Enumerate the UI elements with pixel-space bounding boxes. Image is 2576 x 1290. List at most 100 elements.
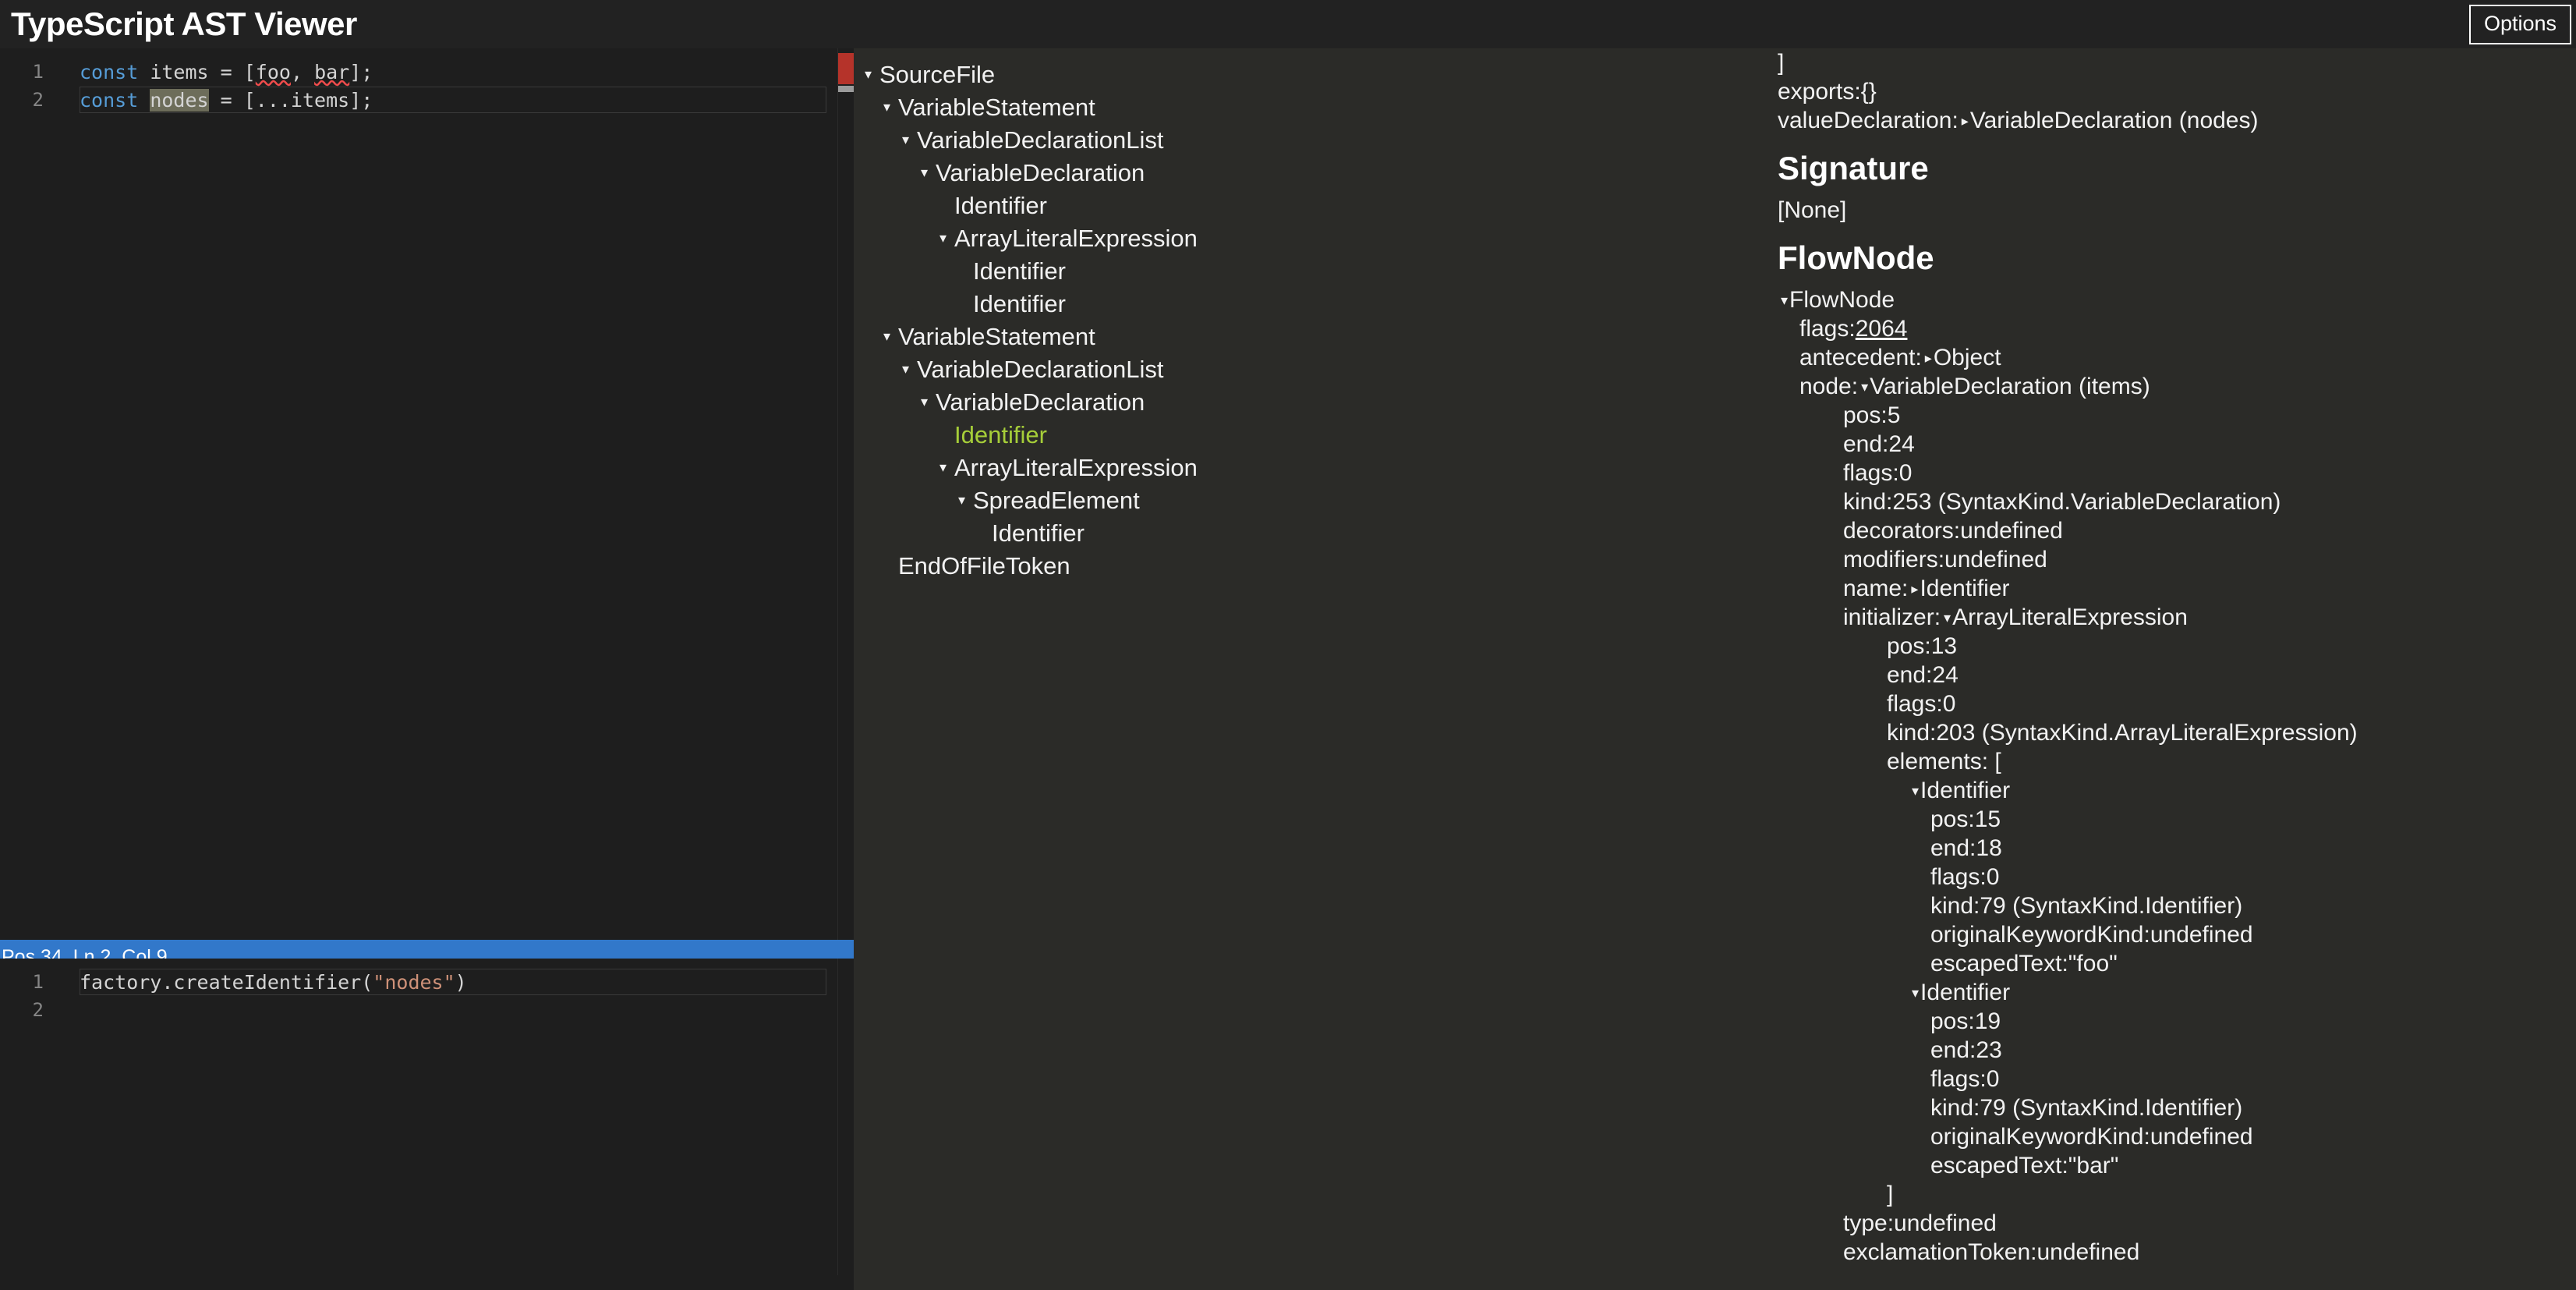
detail-property-key: kind:253 (SyntaxKind.VariableDeclaration…: [1843, 488, 2281, 515]
detail-property-row: pos:19: [1778, 1007, 2576, 1036]
chevron-down-icon[interactable]: ▾: [883, 100, 897, 114]
detail-property-key: node:: [1799, 373, 1859, 399]
detail-property-key: ]: [1887, 1181, 1894, 1207]
detail-property-row: kind:253 (SyntaxKind.VariableDeclaration…: [1778, 487, 2576, 516]
detail-property-key: end:24: [1887, 661, 1959, 688]
ast-tree-node[interactable]: ▾EndOfFileToken: [854, 549, 1766, 582]
ast-tree-panel[interactable]: ▾ SourceFile ▾ VariableStatement ▾ VariableDe…: [854, 48, 1766, 1290]
detail-property-value: Identifier: [1920, 777, 2011, 803]
detail-property-key: pos:19: [1930, 1008, 2001, 1034]
ast-tree-node[interactable]: ▾ ArrayLiteralExpression: [854, 221, 1766, 254]
chevron-down-icon[interactable]: ▾: [939, 460, 954, 474]
source-code-editor[interactable]: 1 const items = [foo, bar]; 2 const nodes =…: [0, 48, 854, 940]
code-line[interactable]: 1 factory.createIdentifier("nodes"): [0, 968, 854, 996]
ast-tree-node-label: VariableStatement: [898, 93, 1095, 121]
code-line[interactable]: 2 const nodes = [...items];: [0, 86, 854, 114]
detail-property-key: end:18: [1930, 835, 2002, 861]
ast-tree-node-label: SourceFile: [879, 60, 996, 88]
detail-property-row: pos:5: [1778, 401, 2576, 430]
ast-tree-node-label: Identifier: [954, 191, 1047, 219]
ast-tree-node-label: VariableStatement: [898, 322, 1095, 350]
detail-property-row: flags: 2064: [1778, 314, 2576, 343]
chevron-down-icon[interactable]: ▾: [1912, 986, 1919, 1000]
chevron-down-icon[interactable]: ▾: [921, 165, 935, 179]
detail-property-row: flags:0: [1778, 863, 2576, 891]
detail-property-row: type:undefined: [1778, 1209, 2576, 1238]
ast-tree-node-label: VariableDeclarationList: [917, 126, 1164, 154]
ast-viewer-app: TypeScript AST Viewer Options 1 const ite…: [0, 0, 2576, 1290]
line-number: 1: [32, 971, 44, 993]
ast-tree-node[interactable]: ▾ SourceFile: [854, 58, 1766, 90]
chevron-down-icon[interactable]: ▾: [1781, 293, 1788, 307]
ast-tree-node-label: Identifier: [992, 519, 1085, 547]
code-token: = [: [208, 60, 256, 83]
code-token: foo: [255, 60, 291, 83]
detail-property-row: valueDeclaration: ▸ VariableDeclaration (…: [1778, 106, 2576, 135]
detail-property-row: elements: [: [1778, 747, 2576, 776]
ast-tree-node[interactable]: ▾ VariableStatement: [854, 320, 1766, 353]
line-number: 2: [32, 999, 44, 1021]
flownode-heading: FlowNode: [1778, 239, 1934, 276]
ast-tree-node[interactable]: ▾Identifier: [854, 189, 1766, 221]
detail-property-value: FlowNode: [1789, 286, 1895, 313]
chevron-down-icon[interactable]: ▾: [1944, 611, 1951, 625]
chevron-down-icon[interactable]: ▾: [865, 67, 879, 81]
options-button[interactable]: Options: [2468, 4, 2571, 44]
tree-indent-spacer: ▾: [958, 296, 972, 310]
ast-tree-node[interactable]: ▾ ArrayLiteralExpression: [854, 451, 1766, 484]
ast-tree-node[interactable]: ▾ VariableDeclaration: [854, 385, 1766, 418]
ast-tree-node[interactable]: ▾Identifier: [854, 254, 1766, 287]
ast-tree-node[interactable]: ▾ SpreadElement: [854, 484, 1766, 516]
chevron-right-icon[interactable]: ▸: [1925, 351, 1932, 365]
detail-property-row: initializer: ▾ ArrayLiteralExpression: [1778, 603, 2576, 632]
detail-property-row: originalKeywordKind:undefined: [1778, 1122, 2576, 1151]
tree-indent-spacer: ▾: [958, 264, 972, 278]
signature-value: [None]: [1778, 197, 1847, 223]
code-text: const nodes = [...items];: [61, 88, 373, 112]
code-line[interactable]: 1 const items = [foo, bar];: [0, 58, 854, 86]
ast-tree-node[interactable]: ▾Identifier: [854, 418, 1766, 451]
code-token: factory.createIdentifier(: [80, 970, 373, 994]
chevron-right-icon[interactable]: ▸: [1962, 114, 1969, 128]
detail-property-row: flags:0: [1778, 459, 2576, 487]
chevron-down-icon[interactable]: ▾: [902, 362, 916, 376]
ast-tree-node[interactable]: ▾ VariableStatement: [854, 90, 1766, 123]
code-token: nodes: [150, 88, 209, 112]
detail-flags-link[interactable]: 2064: [1856, 317, 1908, 341]
detail-property-key: kind:79 (SyntaxKind.Identifier): [1930, 892, 2243, 919]
code-line[interactable]: 2: [0, 996, 854, 1024]
chevron-right-icon[interactable]: ▸: [1911, 582, 1918, 596]
detail-property-row: kind:203 (SyntaxKind.ArrayLiteralExpress…: [1778, 718, 2576, 747]
detail-property-key: escapedText:"bar": [1930, 1152, 2119, 1178]
ast-tree-node[interactable]: ▾ VariableDeclaration: [854, 156, 1766, 189]
left-column: 1 const items = [foo, bar]; 2 const nodes =…: [0, 48, 854, 1290]
chevron-down-icon[interactable]: ▾: [883, 329, 897, 343]
code-token: ): [455, 970, 467, 994]
chevron-down-icon[interactable]: ▾: [958, 493, 972, 507]
ast-tree-node-label: ArrayLiteralExpression: [954, 453, 1198, 481]
detail-property-key: end:23: [1930, 1037, 2002, 1063]
detail-property-row: node: ▾ VariableDeclaration (items): [1778, 372, 2576, 401]
detail-property-row: modifiers:undefined: [1778, 545, 2576, 574]
detail-property-row: ]: [1778, 1180, 2576, 1209]
ast-tree-node[interactable]: ▾ VariableDeclarationList: [854, 123, 1766, 156]
node-detail-panel[interactable]: ] exports:{} valueDeclaration: ▸ VariableDe…: [1766, 48, 2576, 1290]
ast-tree-node[interactable]: ▾Identifier: [854, 287, 1766, 320]
chevron-down-icon[interactable]: ▾: [939, 231, 954, 245]
chevron-down-icon[interactable]: ▾: [1912, 784, 1919, 798]
detail-property-row: flags:0: [1778, 1065, 2576, 1093]
chevron-down-icon[interactable]: ▾: [902, 133, 916, 147]
app-header: TypeScript AST Viewer Options: [0, 0, 2576, 48]
detail-property-key: antecedent:: [1799, 344, 1922, 370]
detail-property-key: flags:0: [1843, 459, 1913, 486]
factory-code-editor[interactable]: 1 factory.createIdentifier("nodes") 2: [0, 959, 854, 1275]
ast-tree-node[interactable]: ▾Identifier: [854, 516, 1766, 549]
chevron-down-icon[interactable]: ▾: [1861, 380, 1868, 394]
ast-tree-node-label: SpreadElement: [973, 486, 1140, 514]
detail-property-key: initializer:: [1843, 604, 1941, 630]
ast-tree-node[interactable]: ▾ VariableDeclarationList: [854, 353, 1766, 385]
chevron-down-icon[interactable]: ▾: [921, 395, 935, 409]
overview-ruler[interactable]: [838, 48, 854, 940]
code-token: ];: [349, 60, 373, 83]
detail-property-key: kind:203 (SyntaxKind.ArrayLiteralExpress…: [1887, 719, 2358, 746]
